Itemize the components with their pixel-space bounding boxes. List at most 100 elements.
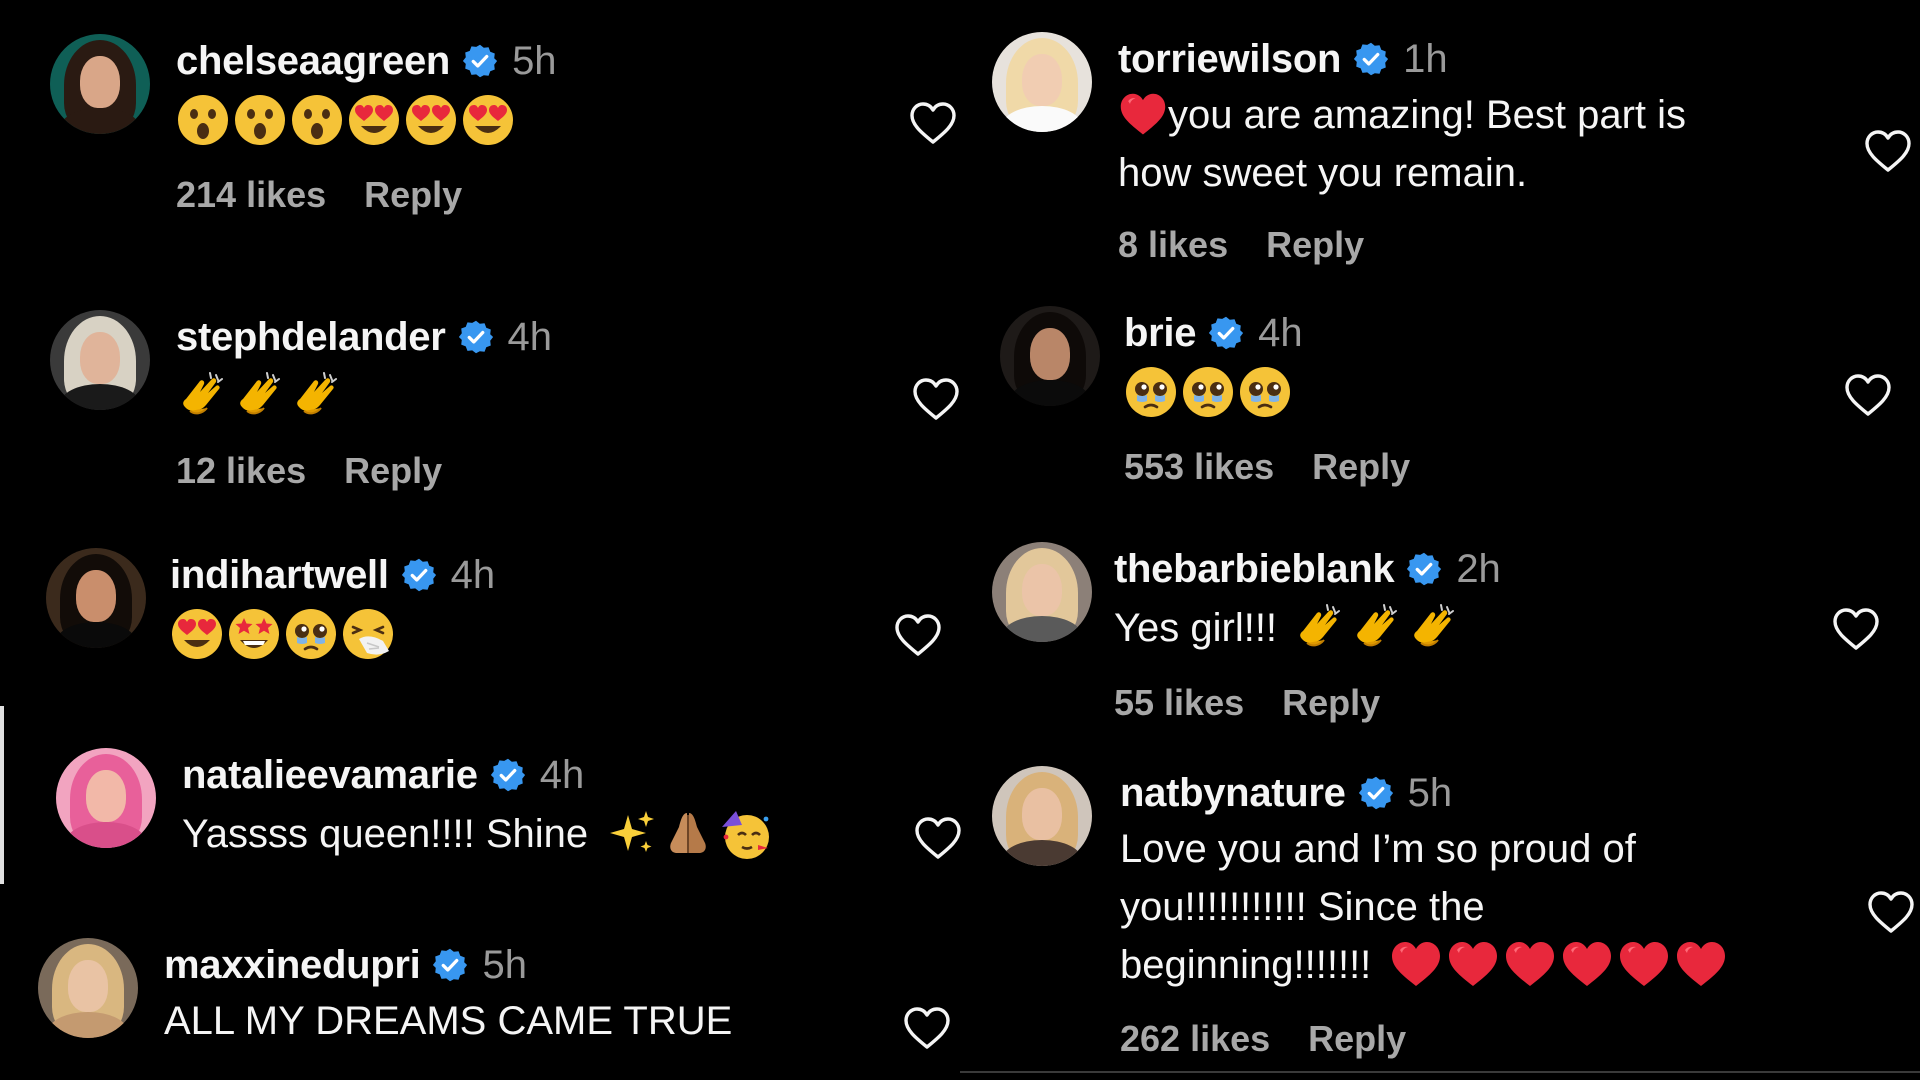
comment-text-line: you are amazing! Best part is (1168, 93, 1687, 137)
comment-text: you are amazing! Best part is (1118, 86, 1686, 144)
avatar[interactable] (992, 542, 1092, 642)
like-count[interactable]: 214 likes (176, 174, 326, 216)
heart-eyes-face-icon (404, 93, 458, 147)
reply-button[interactable]: Reply (364, 174, 462, 216)
heart-eyes-face-icon (461, 93, 515, 147)
timestamp: 5h (512, 38, 557, 83)
heart-outline-icon[interactable] (1866, 889, 1916, 935)
timestamp: 5h (1407, 770, 1453, 815)
timestamp: 4h (1258, 310, 1303, 355)
clapping-hands-icon (1350, 601, 1404, 655)
like-count[interactable]: 12 likes (176, 450, 306, 492)
red-heart-icon (1617, 938, 1671, 992)
timestamp: 4h (539, 752, 585, 797)
avatar[interactable] (46, 548, 146, 648)
heart-outline-icon[interactable] (913, 815, 963, 861)
astonished-face-icon (233, 93, 287, 147)
comment-text: beginning!!!!!!! (1120, 936, 1731, 994)
comment-text-line: you!!!!!!!!!!! Since the (1120, 885, 1485, 929)
heart-outline-icon[interactable] (902, 1005, 952, 1051)
comment-text-line: beginning!!!!!!! (1120, 943, 1372, 987)
star-struck-face-icon (227, 607, 281, 661)
username[interactable]: chelseaagreen (176, 39, 450, 84)
sparkles-icon (604, 807, 658, 861)
clapping-hands-icon (290, 369, 344, 423)
reply-button[interactable]: Reply (344, 450, 442, 492)
timestamp: 1h (1403, 36, 1448, 81)
comment-text-body: Yassss queen!!!! Shine (182, 812, 589, 856)
pleading-face-icon (1181, 365, 1235, 419)
heart-outline-icon[interactable] (893, 612, 943, 658)
username[interactable]: maxxinedupri (164, 943, 421, 988)
heart-outline-icon[interactable] (1843, 372, 1893, 418)
avatar[interactable] (992, 766, 1092, 866)
pleading-face-icon (284, 607, 338, 661)
pleading-face-icon (1124, 365, 1178, 419)
partying-face-icon (718, 807, 772, 861)
like-count[interactable]: 8 likes (1118, 224, 1228, 266)
verified-badge-icon (432, 947, 468, 983)
comment-text (176, 364, 552, 428)
verified-badge-icon (490, 757, 526, 793)
comment-text: Yes girl!!! (1114, 596, 1501, 660)
red-heart-icon (1446, 938, 1500, 992)
comment-text-body: Yes girl!!! (1114, 606, 1278, 650)
timestamp: 4h (507, 314, 553, 359)
red-heart-icon (1118, 90, 1168, 140)
red-heart-icon (1674, 938, 1728, 992)
username[interactable]: natalieevamarie (182, 753, 478, 798)
verified-badge-icon (401, 557, 437, 593)
verified-badge-icon (1406, 551, 1442, 587)
comment-text (176, 88, 557, 152)
heart-outline-icon[interactable] (908, 100, 958, 146)
red-heart-icon (1389, 938, 1443, 992)
comment-text (1124, 360, 1410, 424)
avatar[interactable] (56, 748, 156, 848)
username[interactable]: torriewilson (1118, 37, 1341, 82)
reply-button[interactable]: Reply (1308, 1018, 1406, 1060)
comment-text (170, 602, 495, 666)
clapping-hands-icon (176, 369, 230, 423)
like-count[interactable]: 55 likes (1114, 682, 1244, 724)
username[interactable]: thebarbieblank (1114, 547, 1395, 592)
red-heart-icon (1560, 938, 1614, 992)
reply-button[interactable]: Reply (1282, 682, 1380, 724)
timestamp: 4h (450, 552, 496, 597)
heart-outline-icon[interactable] (911, 376, 961, 422)
avatar[interactable] (50, 310, 150, 410)
comment-text: ALL MY DREAMS CAME TRUE (164, 999, 733, 1043)
timestamp: 5h (482, 942, 527, 987)
sneezing-face-icon (341, 607, 395, 661)
heart-eyes-face-icon (170, 607, 224, 661)
heart-outline-icon[interactable] (1863, 128, 1913, 174)
avatar[interactable] (992, 32, 1092, 132)
pleading-face-icon (1238, 365, 1292, 419)
reply-button[interactable]: Reply (1266, 224, 1364, 266)
clapping-hands-icon (1407, 601, 1461, 655)
comment-text: Yassss queen!!!! Shine (182, 802, 775, 866)
username[interactable]: stephdelander (176, 315, 446, 360)
heart-eyes-face-icon (347, 93, 401, 147)
verified-badge-icon (1353, 41, 1389, 77)
red-heart-icon (1503, 938, 1557, 992)
avatar[interactable] (50, 34, 150, 134)
divider (960, 1071, 1920, 1073)
clapping-hands-icon (233, 369, 287, 423)
astonished-face-icon (176, 93, 230, 147)
folded-hands-icon (661, 807, 715, 861)
cropped-region-edge (0, 706, 4, 884)
username[interactable]: indihartwell (170, 553, 389, 598)
heart-outline-icon[interactable] (1831, 606, 1881, 652)
reply-button[interactable]: Reply (1312, 446, 1410, 488)
verified-badge-icon (462, 43, 498, 79)
astonished-face-icon (290, 93, 344, 147)
avatar[interactable] (38, 938, 138, 1038)
like-count[interactable]: 262 likes (1120, 1018, 1270, 1060)
verified-badge-icon (1208, 315, 1244, 351)
username[interactable]: brie (1124, 311, 1196, 356)
like-count[interactable]: 553 likes (1124, 446, 1274, 488)
verified-badge-icon (1358, 775, 1394, 811)
username[interactable]: natbynature (1120, 771, 1346, 816)
comment-text-line: Love you and I’m so proud of (1120, 827, 1636, 871)
avatar[interactable] (1000, 306, 1100, 406)
